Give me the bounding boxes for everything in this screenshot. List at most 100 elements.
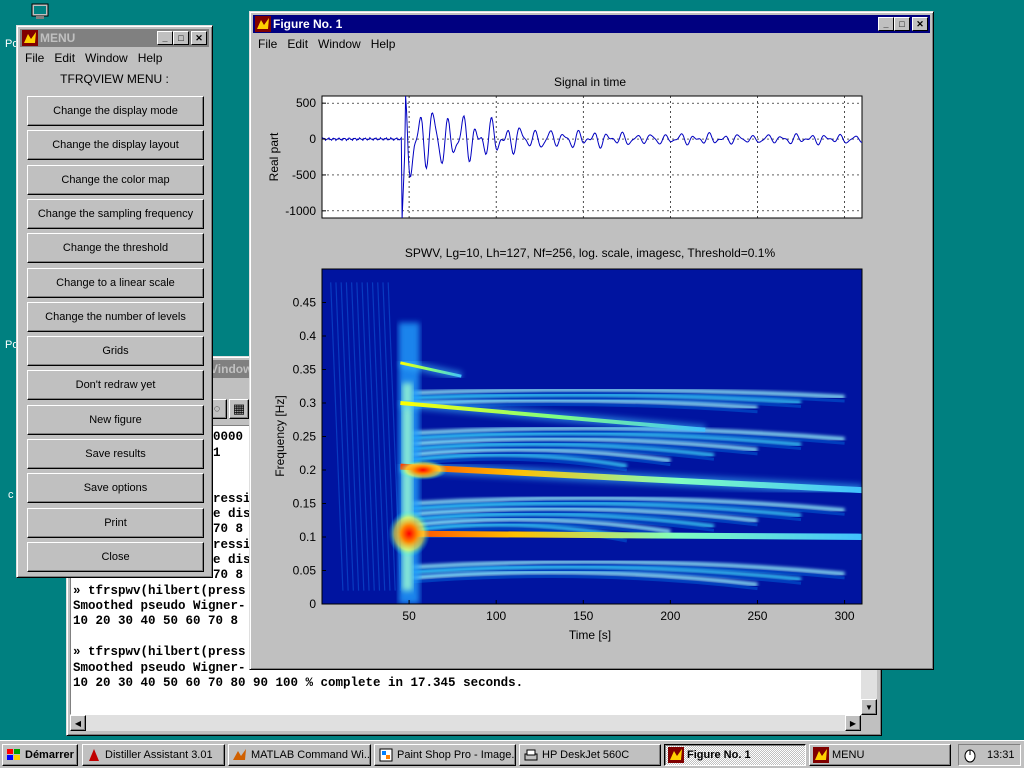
menu-file[interactable]: File	[20, 51, 49, 65]
y-tick-label: 0.15	[293, 497, 317, 511]
task-paint-shop-pro[interactable]: Paint Shop Pro - Image...	[374, 744, 516, 766]
bottom-plot-y-ticks: 0.45 0.4 0.35 0.3 0.25 0.2 0.15 0.1 0.05 0	[293, 296, 326, 611]
taskbar: Démarrer Distiller Assistant 3.01 MATLAB…	[0, 740, 1024, 768]
menu-file[interactable]: File	[253, 37, 282, 51]
task-label: HP DeskJet 560C	[542, 749, 630, 761]
menu-window: MENU _ □ ✕ File Edit Window Help TFRQVIE…	[16, 25, 213, 578]
window-title: Figure No. 1	[273, 17, 343, 31]
y-tick-label: 0.3	[299, 396, 316, 410]
maximize-icon[interactable]: □	[894, 17, 910, 31]
x-tick-label: 250	[747, 609, 767, 623]
spectrogram-image	[321, 268, 863, 605]
start-label: Démarrer	[25, 749, 74, 761]
top-plot-ylabel: Real part	[267, 132, 281, 181]
cmd-line: 70 8	[213, 568, 244, 582]
y-tick-label: -1000	[285, 204, 316, 218]
menu-button-save-options[interactable]: Save options	[27, 473, 204, 504]
x-tick-label: 50	[402, 609, 416, 623]
menu-edit[interactable]: Edit	[282, 37, 313, 51]
menu-button-change-the-display-layout[interactable]: Change the display layout	[27, 130, 204, 161]
y-tick-label: 0	[309, 597, 316, 611]
paint-shop-pro-icon	[379, 748, 393, 762]
figure-window: Figure No. 1 _ □ ✕ File Edit Window Help	[249, 11, 934, 670]
task-label: Distiller Assistant 3.01	[105, 749, 213, 761]
figure-canvas[interactable]: Signal in time 500 0 -500 -1000 Real part S…	[253, 54, 932, 668]
task-figure-1[interactable]: Figure No. 1	[664, 744, 806, 766]
y-tick-label: 0.05	[293, 564, 317, 578]
y-tick-label: 0.45	[293, 296, 317, 310]
desktop-label[interactable]: c	[8, 489, 14, 501]
menu-window-titlebar[interactable]: MENU _ □ ✕	[20, 29, 209, 47]
cmd-line: 10 20 30 40 50 60 70 8	[73, 614, 239, 628]
start-button[interactable]: Démarrer	[2, 744, 78, 766]
scroll-left-icon[interactable]: ◀	[70, 715, 86, 731]
menu-edit[interactable]: Edit	[49, 51, 80, 65]
task-label: Figure No. 1	[687, 749, 751, 761]
menu-button-print[interactable]: Print	[27, 507, 204, 538]
y-tick-label: -500	[292, 168, 316, 182]
cmd-line: 0000	[213, 430, 244, 444]
clock[interactable]: 13:31	[987, 749, 1015, 761]
menu-button-change-the-sampling-frequency[interactable]: Change the sampling frequency	[27, 198, 204, 229]
menu-button-close[interactable]: Close	[27, 541, 204, 572]
task-distiller[interactable]: Distiller Assistant 3.01	[82, 744, 225, 766]
system-tray: 13:31	[958, 744, 1021, 766]
y-tick-label: 0.35	[293, 363, 317, 377]
command-toolbar: ◌ ▦	[207, 399, 249, 421]
menu-button-grids[interactable]: Grids	[27, 336, 204, 367]
maximize-icon[interactable]: □	[173, 31, 189, 45]
menu-button-change-to-a-linear-scale[interactable]: Change to a linear scale	[27, 267, 204, 298]
menu-button-change-the-threshold[interactable]: Change the threshold	[27, 233, 204, 264]
menu-help[interactable]: Help	[366, 37, 401, 51]
y-tick-label: 0.1	[299, 530, 316, 544]
cmd-line: ressi	[213, 538, 251, 552]
bottom-plot-ylabel: Frequency [Hz]	[273, 395, 287, 476]
menu-button-change-the-number-of-levels[interactable]: Change the number of levels	[27, 301, 204, 332]
desktop-icon[interactable]	[30, 3, 52, 21]
mouse-icon[interactable]	[963, 747, 977, 763]
task-hp-deskjet[interactable]: HP DeskJet 560C	[519, 744, 661, 766]
scroll-down-icon[interactable]: ▼	[861, 699, 877, 715]
cmd-line: 70 8	[213, 522, 244, 536]
task-menu[interactable]: MENU	[809, 744, 951, 766]
minimize-icon[interactable]: _	[878, 17, 894, 31]
figure-window-titlebar[interactable]: Figure No. 1 _ □ ✕	[253, 15, 930, 33]
ridge-line	[400, 530, 862, 540]
menu-button-new-figure[interactable]: New figure	[27, 404, 204, 435]
horizontal-scrollbar[interactable]: ◀ ▶	[70, 715, 861, 731]
y-tick-label: 0.2	[299, 463, 316, 477]
cmd-line: » tfrspwv(hilbert(press	[73, 584, 246, 598]
bottom-plot-title: SPWV, Lg=10, Lh=127, Nf=256, log. scale,…	[405, 246, 776, 260]
menu-button-change-the-display-mode[interactable]: Change the display mode	[27, 96, 204, 126]
cmd-line: » tfrspwv(hilbert(press	[73, 645, 246, 659]
matlab-figure-icon	[668, 747, 684, 763]
distiller-icon	[89, 749, 99, 761]
minimize-icon[interactable]: _	[157, 31, 173, 45]
x-tick-label: 300	[835, 609, 855, 623]
task-label: Paint Shop Pro - Image...	[397, 749, 516, 761]
hotspot	[398, 459, 448, 481]
matlab-figure-icon	[813, 747, 829, 763]
workspace-icon[interactable]: ▦	[229, 399, 249, 419]
menu-window[interactable]: Window	[313, 37, 366, 51]
scroll-right-icon[interactable]: ▶	[845, 715, 861, 731]
close-icon[interactable]: ✕	[912, 17, 928, 31]
menu-button-don-t-redraw-yet[interactable]: Don't redraw yet	[27, 370, 204, 401]
top-plot-title: Signal in time	[554, 75, 626, 89]
task-matlab-command[interactable]: MATLAB Command Wi...	[228, 744, 371, 766]
bottom-plot-xlabel: Time [s]	[569, 628, 611, 642]
close-icon[interactable]: ✕	[191, 31, 207, 45]
menu-button-change-the-color-map[interactable]: Change the color map	[27, 164, 204, 195]
menu-window[interactable]: Window	[80, 51, 133, 65]
hotspot	[388, 510, 430, 558]
y-tick-label: 0.25	[293, 430, 317, 444]
menu-help[interactable]: Help	[133, 51, 168, 65]
window-title: MENU	[40, 31, 76, 45]
y-tick-label: 500	[296, 96, 316, 110]
cmd-line: 1	[213, 446, 221, 460]
menu-button-save-results[interactable]: Save results	[27, 439, 204, 469]
cmd-line: Smoothed pseudo Wigner-	[73, 661, 246, 675]
matlab-icon	[255, 16, 271, 32]
window-title: Vindow	[210, 362, 253, 376]
top-plot-y-ticks: 500 0 -500 -1000	[285, 96, 326, 218]
